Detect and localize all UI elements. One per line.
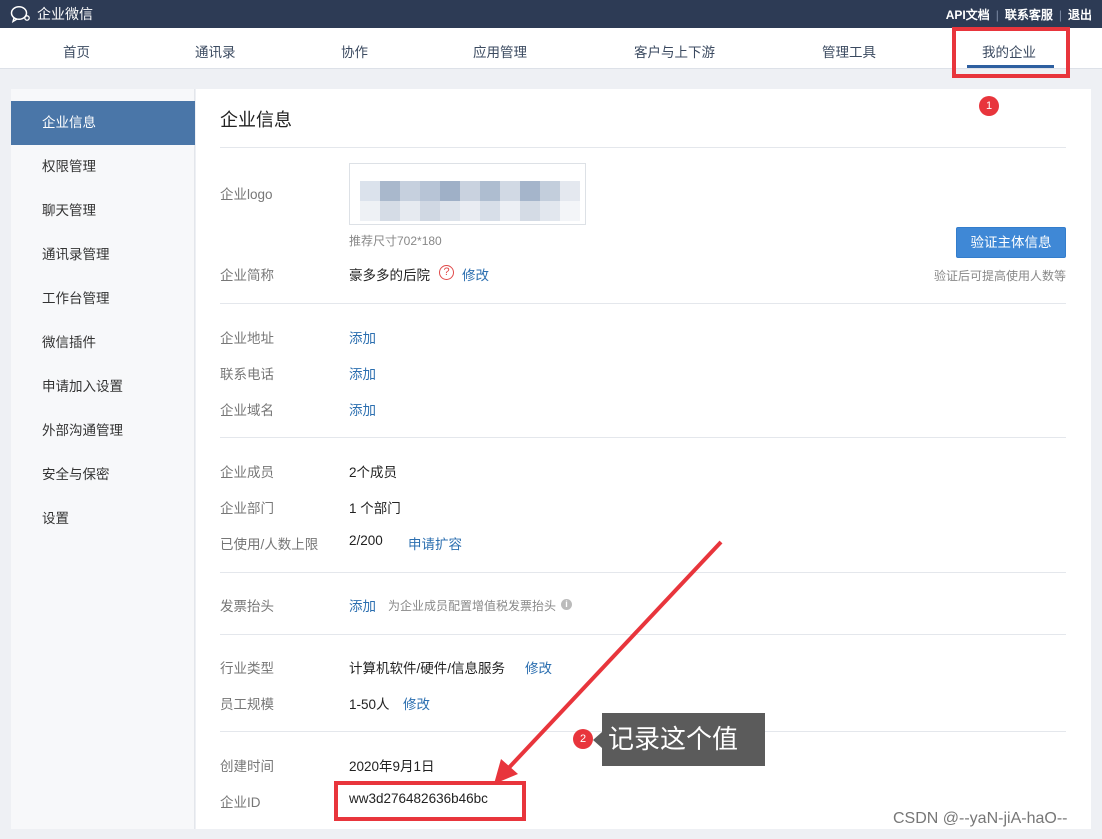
page-title: 企业信息 — [220, 110, 292, 130]
main-nav: 首页 通讯录 协作 应用管理 客户与上下游 管理工具 我的企业 — [0, 28, 1102, 69]
sidebar-item-permissions[interactable]: 权限管理 — [11, 145, 195, 189]
departments-label: 企业部门 — [220, 501, 274, 516]
blurred-logo-image — [360, 181, 580, 221]
divider — [220, 437, 1066, 438]
sidebar-item-workbench-management[interactable]: 工作台管理 — [11, 277, 195, 321]
highlight-box-my-enterprise — [952, 27, 1070, 78]
corp-id-label: 企业ID — [220, 795, 261, 810]
invoice-hint: 为企业成员配置增值税发票抬头 — [388, 599, 557, 613]
brand[interactable]: 企业微信 — [10, 4, 93, 24]
sidebar: 企业信息 权限管理 聊天管理 通讯录管理 工作台管理 微信插件 申请加入设置 外… — [11, 89, 195, 829]
wecom-logo-icon — [10, 5, 30, 23]
logo-label: 企业logo — [220, 187, 273, 202]
domain-label: 企业域名 — [220, 403, 274, 418]
nav-contacts[interactable]: 通讯录 — [195, 41, 236, 61]
sidebar-item-security[interactable]: 安全与保密 — [11, 453, 195, 497]
created-value: 2020年9月1日 — [349, 759, 435, 774]
short-name-label: 企业简称 — [220, 268, 274, 283]
verify-hint: 验证后可提高使用人数等 — [933, 269, 1066, 283]
annotation-note: 记录这个值 — [593, 713, 765, 766]
add-domain-link[interactable]: 添加 — [349, 399, 376, 419]
sidebar-item-enterprise-info[interactable]: 企业信息 — [11, 101, 195, 145]
departments-value: 1 个部门 — [349, 501, 401, 516]
divider — [220, 634, 1066, 635]
contact-support-link[interactable]: 联系客服 — [1005, 6, 1053, 23]
sidebar-item-wechat-plugin[interactable]: 微信插件 — [11, 321, 195, 365]
address-label: 企业地址 — [220, 331, 274, 346]
industry-label: 行业类型 — [220, 661, 274, 676]
edit-industry-link[interactable]: 修改 — [525, 657, 552, 677]
divider — [220, 572, 1066, 573]
info-icon[interactable]: i — [561, 599, 572, 610]
usage-label: 已使用/人数上限 — [220, 537, 319, 552]
nav-collaboration[interactable]: 协作 — [341, 41, 368, 61]
logout-link[interactable]: 退出 — [1068, 6, 1092, 23]
nav-management-tools[interactable]: 管理工具 — [822, 41, 876, 61]
divider: | — [1058, 7, 1062, 22]
nav-home[interactable]: 首页 — [63, 41, 90, 61]
divider: | — [995, 7, 999, 22]
step-badge-1: 1 — [979, 96, 999, 116]
sidebar-item-chat-management[interactable]: 聊天管理 — [11, 189, 195, 233]
watermark: CSDN @--yaN-jiA-haO-- — [893, 810, 1068, 827]
edit-short-name-link[interactable]: 修改 — [462, 264, 489, 284]
divider — [220, 303, 1066, 304]
scale-value: 1-50人 — [349, 697, 390, 712]
nav-customers[interactable]: 客户与上下游 — [634, 41, 715, 61]
nav-app-management[interactable]: 应用管理 — [473, 41, 527, 61]
add-invoice-link[interactable]: 添加 — [349, 595, 376, 615]
industry-value: 计算机软件/硬件/信息服务 — [349, 661, 506, 676]
sidebar-item-contacts-management[interactable]: 通讯录管理 — [11, 233, 195, 277]
members-value: 2个成员 — [349, 465, 398, 480]
top-links: API文档 | 联系客服 | 退出 — [946, 6, 1092, 23]
members-label: 企业成员 — [220, 465, 274, 480]
scale-label: 员工规模 — [220, 697, 274, 712]
usage-value: 2/200 — [349, 533, 383, 548]
api-docs-link[interactable]: API文档 — [946, 6, 990, 23]
help-icon[interactable]: ? — [439, 265, 454, 280]
step-badge-2: 2 — [573, 729, 593, 749]
sidebar-item-external-communication[interactable]: 外部沟通管理 — [11, 409, 195, 453]
add-phone-link[interactable]: 添加 — [349, 363, 376, 383]
sidebar-item-join-settings[interactable]: 申请加入设置 — [11, 365, 195, 409]
enterprise-logo[interactable] — [349, 163, 586, 225]
phone-label: 联系电话 — [220, 367, 274, 382]
short-name-value: 豪多多的后院 — [349, 268, 430, 283]
divider — [220, 147, 1066, 148]
request-expansion-link[interactable]: 申请扩容 — [408, 533, 462, 553]
logo-size-hint: 推荐尺寸702*180 — [349, 234, 442, 248]
sidebar-item-settings[interactable]: 设置 — [11, 497, 195, 541]
edit-scale-link[interactable]: 修改 — [403, 693, 430, 713]
add-address-link[interactable]: 添加 — [349, 327, 376, 347]
highlight-box-corp-id — [334, 781, 526, 821]
brand-name: 企业微信 — [37, 6, 93, 22]
created-label: 创建时间 — [220, 759, 274, 774]
verify-entity-button[interactable]: 验证主体信息 — [956, 227, 1066, 258]
top-bar: 企业微信 API文档 | 联系客服 | 退出 — [0, 0, 1102, 28]
invoice-label: 发票抬头 — [220, 599, 274, 614]
